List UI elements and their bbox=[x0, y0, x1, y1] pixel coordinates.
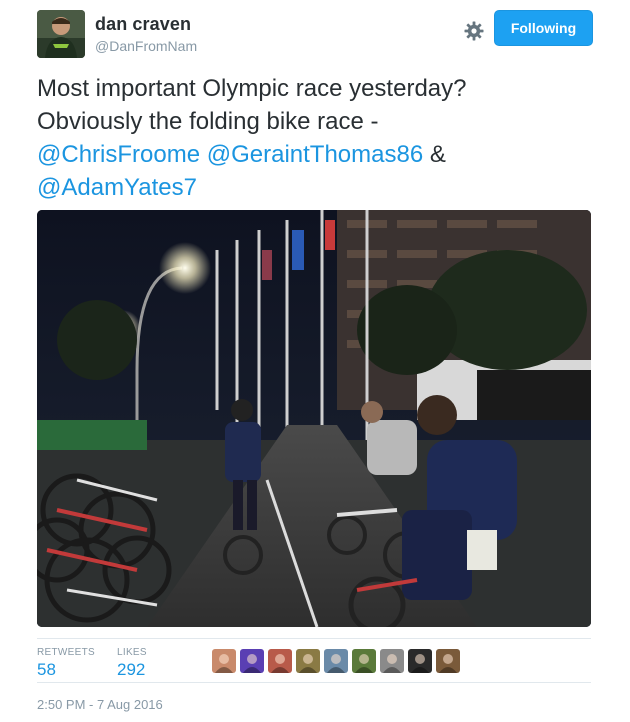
mention-link[interactable]: @GeraintThomas86 bbox=[207, 141, 423, 168]
following-button[interactable]: Following bbox=[494, 10, 593, 46]
liker-avatar[interactable] bbox=[352, 649, 376, 673]
likes-label: LIKES bbox=[117, 647, 147, 658]
liker-avatar[interactable] bbox=[212, 649, 236, 673]
liker-avatar[interactable] bbox=[268, 649, 292, 673]
user-fullname[interactable]: dan craven bbox=[95, 14, 197, 35]
tweet-line-1: Most important Olympic race yesterday? bbox=[37, 75, 467, 102]
mention-link[interactable]: @ChrisFroome bbox=[37, 141, 200, 168]
tweet-header: dan craven @DanFromNam Following bbox=[37, 10, 597, 60]
retweets-label: RETWEETS bbox=[37, 647, 95, 658]
liker-avatar[interactable] bbox=[240, 649, 264, 673]
tweet-line-4: @AdamYates7 bbox=[37, 171, 597, 204]
liker-avatar[interactable] bbox=[324, 649, 348, 673]
tweet-photo[interactable] bbox=[37, 210, 591, 627]
likers-avatars bbox=[212, 649, 460, 673]
tweet-timestamp[interactable]: 2:50 PM - 7 Aug 2016 bbox=[37, 697, 163, 712]
tweet-stats: RETWEETS 58 LIKES 292 bbox=[37, 638, 591, 683]
liker-avatar[interactable] bbox=[380, 649, 404, 673]
gear-icon[interactable] bbox=[463, 20, 485, 42]
tweet-line-3: @ChrisFroome @GeraintThomas86 & bbox=[37, 138, 597, 171]
likes-count[interactable]: 292 bbox=[117, 660, 147, 680]
user-names: dan craven @DanFromNam bbox=[95, 14, 197, 54]
retweets-count[interactable]: 58 bbox=[37, 660, 95, 680]
liker-avatar[interactable] bbox=[436, 649, 460, 673]
ampersand: & bbox=[429, 141, 446, 168]
liker-avatar[interactable] bbox=[408, 649, 432, 673]
tweet-text: Most important Olympic race yesterday? O… bbox=[37, 72, 597, 204]
liker-avatar[interactable] bbox=[296, 649, 320, 673]
user-screen-name[interactable]: @DanFromNam bbox=[95, 38, 197, 54]
user-avatar[interactable] bbox=[37, 10, 85, 58]
tweet-line-2: Obviously the folding bike race - bbox=[37, 108, 379, 135]
retweets-stat[interactable]: RETWEETS 58 bbox=[37, 647, 95, 680]
mention-link[interactable]: @AdamYates7 bbox=[37, 174, 197, 201]
likes-stat[interactable]: LIKES 292 bbox=[117, 647, 147, 680]
